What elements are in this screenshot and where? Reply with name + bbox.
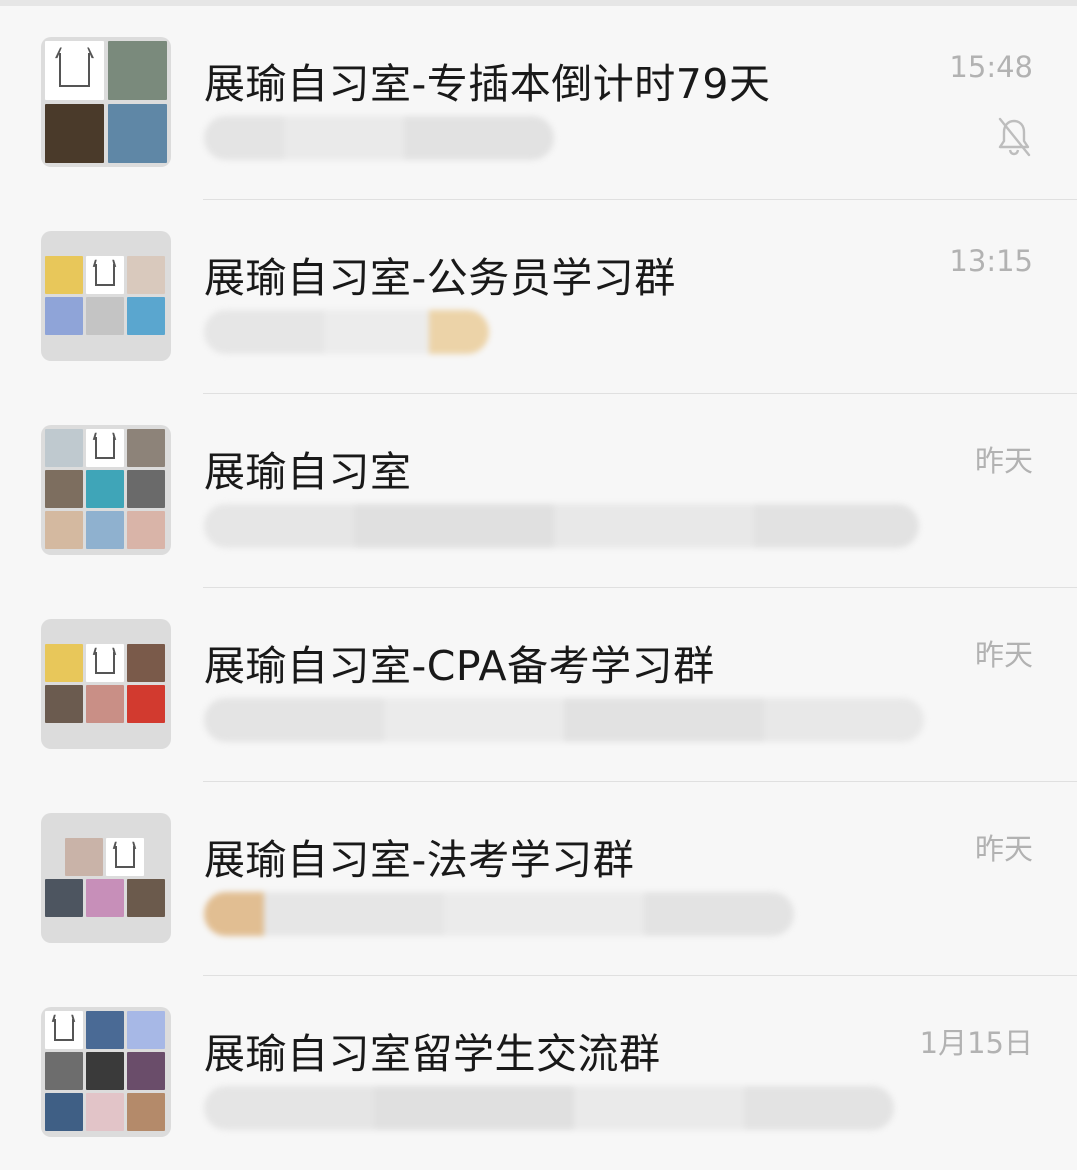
member-avatar-tile: [45, 429, 83, 467]
member-avatar-tile: [86, 1093, 124, 1131]
logo-tile: [86, 429, 124, 467]
chat-time: 15:48: [949, 50, 1033, 84]
chat-time: 昨天: [974, 638, 1033, 672]
member-avatar-tile: [86, 879, 124, 917]
group-avatar: [41, 619, 171, 749]
member-avatar-tile: [86, 470, 124, 508]
member-avatar-tile: [127, 879, 165, 917]
member-avatar-tile: [86, 297, 124, 335]
chat-item[interactable]: 展瑜自习室-公务员学习群 13:15: [0, 200, 1077, 394]
member-avatar-tile: [45, 644, 83, 682]
chat-item[interactable]: 展瑜自习室 昨天: [0, 394, 1077, 588]
member-avatar-tile: [127, 1052, 165, 1090]
member-avatar-tile: [127, 429, 165, 467]
logo-tile: [86, 644, 124, 682]
bell-off-icon: [998, 117, 1031, 157]
member-avatar-tile: [86, 1011, 124, 1049]
member-avatar-tile: [127, 1093, 165, 1131]
chat-preview-blurred: [204, 892, 794, 936]
member-avatar-tile: [65, 838, 103, 876]
member-avatar-tile: [45, 511, 83, 549]
chat-title: 展瑜自习室: [204, 448, 412, 496]
chat-preview-blurred: [204, 698, 924, 742]
chat-preview-blurred: [204, 310, 489, 354]
chat-title: 展瑜自习室-公务员学习群: [204, 254, 676, 302]
chat-title: 展瑜自习室-专插本倒计时79天: [204, 60, 771, 108]
member-avatar-tile: [45, 104, 104, 163]
group-avatar: [41, 37, 171, 167]
logo-tile: [106, 838, 144, 876]
member-avatar-tile: [108, 104, 167, 163]
member-avatar-tile: [45, 470, 83, 508]
chat-preview-blurred: [204, 504, 919, 548]
member-avatar-tile: [45, 1052, 83, 1090]
member-avatar-tile: [127, 256, 165, 294]
member-avatar-tile: [127, 511, 165, 549]
member-avatar-tile: [127, 470, 165, 508]
member-avatar-tile: [45, 685, 83, 723]
chat-item[interactable]: 展瑜自习室留学生交流群 1月15日: [0, 976, 1077, 1170]
chat-item[interactable]: 展瑜自习室-专插本倒计时79天 15:48: [0, 6, 1077, 200]
member-avatar-tile: [86, 511, 124, 549]
chat-time: 13:15: [949, 244, 1033, 278]
group-avatar: [41, 813, 171, 943]
chat-time: 昨天: [974, 832, 1033, 866]
member-avatar-tile: [108, 41, 167, 100]
group-avatar: [41, 425, 171, 555]
member-avatar-tile: [127, 297, 165, 335]
chat-time: 昨天: [974, 444, 1033, 478]
group-avatar: [41, 231, 171, 361]
logo-tile: [45, 41, 104, 100]
member-avatar-tile: [45, 879, 83, 917]
chat-item[interactable]: 展瑜自习室-CPA备考学习群 昨天: [0, 588, 1077, 782]
member-avatar-tile: [86, 1052, 124, 1090]
member-avatar-tile: [45, 297, 83, 335]
member-avatar-tile: [127, 644, 165, 682]
chat-title: 展瑜自习室留学生交流群: [204, 1030, 661, 1078]
chat-preview-blurred: [204, 116, 554, 160]
chat-preview-blurred: [204, 1086, 894, 1130]
chat-title: 展瑜自习室-法考学习群: [204, 836, 635, 884]
chat-list[interactable]: 展瑜自习室-专插本倒计时79天 15:48 展瑜自习室-公务员学习群 13:15…: [0, 6, 1077, 1170]
member-avatar-tile: [45, 1093, 83, 1131]
member-avatar-tile: [86, 685, 124, 723]
member-avatar-tile: [127, 685, 165, 723]
chat-time: 1月15日: [919, 1026, 1033, 1060]
logo-tile: [45, 1011, 83, 1049]
member-avatar-tile: [127, 1011, 165, 1049]
group-avatar: [41, 1007, 171, 1137]
chat-item[interactable]: 展瑜自习室-法考学习群 昨天: [0, 782, 1077, 976]
chat-title: 展瑜自习室-CPA备考学习群: [204, 642, 715, 690]
member-avatar-tile: [45, 256, 83, 294]
logo-tile: [86, 256, 124, 294]
